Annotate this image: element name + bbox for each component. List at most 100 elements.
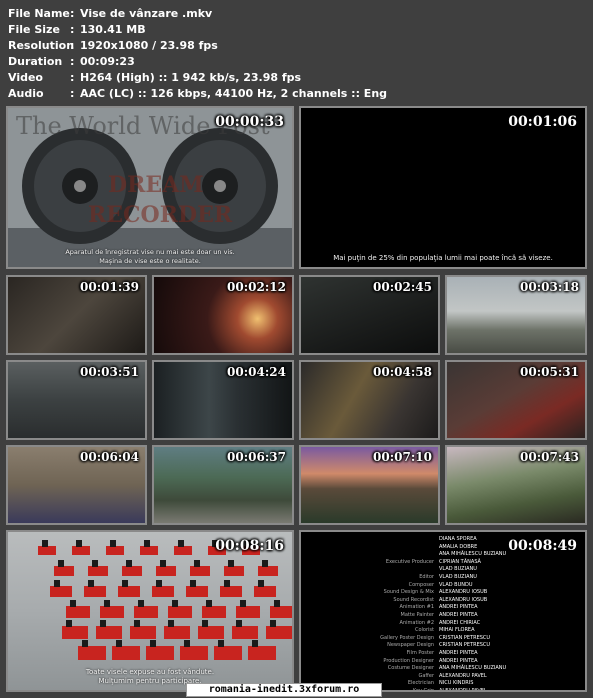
credit-row: Costume Designer ANA MIHĂILESCU BUZIANU	[301, 665, 585, 673]
credit-row: Animation #1 ANDREI PINTEA	[301, 604, 585, 612]
credit-row: VLAD BUZIANU	[301, 566, 585, 574]
device-top	[116, 640, 122, 647]
device-top	[110, 540, 116, 547]
red-device	[164, 626, 190, 639]
credit-role: Production Designer	[383, 657, 434, 664]
credit-role: Animation #2	[399, 619, 434, 626]
credit-row: Editor VLAD BUZIANU	[301, 574, 585, 582]
device-top	[178, 540, 184, 547]
device-top	[66, 620, 72, 627]
device-top	[190, 580, 196, 587]
device-top	[54, 580, 60, 587]
red-device	[88, 566, 108, 576]
thumbnail-15: Toate visele expuse au fost vândute. Mul…	[6, 530, 294, 692]
credit-role: Matte Painter	[400, 611, 434, 618]
thumbnail-11: 00:06:04	[6, 445, 147, 525]
device-top	[274, 600, 280, 607]
credit-name: ALEXANDRU IOSUB	[439, 589, 488, 596]
credit-name: MIHAI FLOREA	[439, 627, 475, 634]
thumbnail-5: 00:02:45	[299, 275, 440, 355]
media-info-panel: File Name: Vise de vânzare .mkv File Size:…	[8, 6, 387, 102]
device-top	[194, 560, 200, 567]
subtitle-line: Toate visele expuse au fost vândute.	[85, 668, 215, 676]
timestamp: 00:04:58	[373, 365, 432, 379]
thumbnail-9: 00:04:58	[299, 360, 440, 440]
device-top	[134, 620, 140, 627]
credit-role: Executive Producer	[385, 558, 434, 565]
device-top	[258, 580, 264, 587]
info-value: Vise de vânzare .mkv	[80, 7, 213, 20]
credit-name: CRISTIAN PETRESCU	[439, 634, 491, 641]
credit-role	[301, 551, 439, 559]
timestamp: 00:03:18	[520, 280, 579, 294]
timestamp: 00:06:37	[227, 450, 286, 464]
device-top	[184, 640, 190, 647]
credit-name: CRISTIAN PETRESCU	[439, 642, 491, 649]
timestamp: 00:08:49	[508, 538, 577, 554]
device-top	[228, 560, 234, 567]
credit-name: ANDREI PINTEA	[439, 611, 478, 618]
device-top	[126, 560, 132, 567]
red-device	[122, 566, 142, 576]
red-device	[266, 626, 292, 639]
info-label: Audio	[8, 87, 44, 100]
subtitle-line: Aparatul de înregistrat vise nu mai este…	[65, 248, 235, 256]
info-separator: :	[70, 71, 75, 84]
timestamp: 00:00:33	[215, 114, 284, 130]
device-top	[70, 600, 76, 607]
credit-row: Gallery Poster Design CRISTIAN PETRESCU	[301, 635, 585, 643]
info-label: Duration	[8, 55, 63, 68]
credit-name: VLAD BUZIANU	[439, 573, 477, 580]
red-device	[84, 586, 106, 597]
credit-row: Sound Design & Mix ALEXANDRU IOSUB	[301, 589, 585, 597]
red-device	[248, 646, 276, 660]
timestamp: 00:08:16	[215, 538, 284, 554]
credit-role: Gallery Poster Design	[380, 634, 434, 641]
credit-row: Sound Recordist ALEXANDRU IOSUB	[301, 597, 585, 605]
red-device	[180, 646, 208, 660]
credit-row: Production Designer ANDREI PINTEA	[301, 658, 585, 666]
credit-role: Animation #1	[399, 604, 434, 611]
credit-name: VLAD BUNDU	[439, 581, 473, 588]
red-device	[140, 546, 158, 555]
credit-role: Sound Recordist	[393, 596, 434, 603]
info-separator: :	[70, 23, 75, 36]
credit-name: DIANA SPOREA	[439, 536, 477, 542]
info-label: File Name	[8, 7, 70, 20]
red-device	[186, 586, 208, 597]
credit-role: Newspaper Design	[387, 642, 434, 649]
device-top	[156, 580, 162, 587]
red-device	[72, 546, 90, 555]
info-label: File Size	[8, 23, 60, 36]
timestamp: 00:07:43	[520, 450, 579, 464]
red-device	[258, 566, 278, 576]
device-top	[218, 640, 224, 647]
timestamp: 00:03:51	[80, 365, 139, 379]
credit-name: ALEXANDRU IOSUB	[439, 596, 488, 603]
info-value: 1920x1080 / 23.98 fps	[80, 39, 218, 52]
credit-role	[301, 536, 439, 544]
thumbnail-6: 00:03:18	[445, 275, 587, 355]
device-top	[104, 600, 110, 607]
red-device	[156, 566, 176, 576]
device-top	[100, 620, 106, 627]
red-device	[38, 546, 56, 555]
info-separator: :	[70, 87, 75, 100]
red-device	[220, 586, 242, 597]
device-top	[236, 620, 242, 627]
info-value: AAC (LC) :: 126 kbps, 44100 Hz, 2 channe…	[80, 87, 388, 100]
info-label: Video	[8, 71, 43, 84]
device-top	[270, 620, 276, 627]
thumbnail-8: 00:04:24	[152, 360, 294, 440]
thumbnail-4: 00:02:12	[152, 275, 294, 355]
info-row: Duration:00:09:23	[8, 54, 387, 70]
device-top	[172, 600, 178, 607]
dream-recorder-line-1: DREAM	[108, 172, 204, 198]
credit-name: ANA MIHĂILESCU BUZIANU	[439, 665, 507, 672]
red-device	[78, 646, 106, 660]
credit-row: Newspaper Design CRISTIAN PETRESCU	[301, 642, 585, 650]
info-value: 130.41 MB	[80, 23, 146, 36]
red-device	[270, 606, 292, 618]
credit-row: Matte Painter ANDREI PINTEA	[301, 612, 585, 620]
red-device	[134, 606, 158, 618]
